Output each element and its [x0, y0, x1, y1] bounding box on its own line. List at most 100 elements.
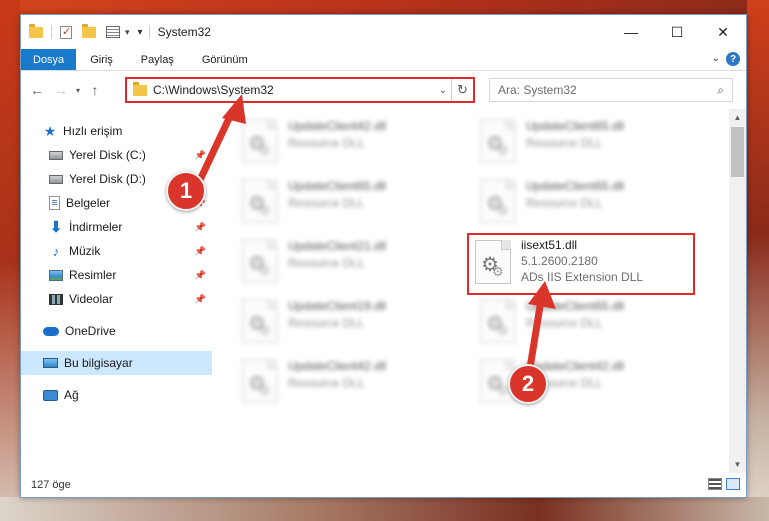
- file-description: Resource DLL: [526, 316, 603, 330]
- file-name: UpdateClient21.dll: [288, 239, 387, 253]
- recent-locations-icon[interactable]: ▾: [71, 86, 85, 95]
- documents-icon: [49, 196, 60, 210]
- download-icon: ⬇: [49, 219, 63, 236]
- file-tile[interactable]: ⚙ ⚙ UpdateClient42.dll Resource DLL: [236, 355, 462, 407]
- nav-pictures[interactable]: Resimler 📌: [21, 263, 212, 287]
- details-view-icon[interactable]: [708, 478, 722, 490]
- ribbon-tabs: Dosya Giriş Paylaş Görünüm ⌄ ?: [21, 49, 746, 71]
- close-button[interactable]: ✕: [700, 15, 746, 49]
- pictures-icon: [49, 269, 63, 281]
- status-bar: 127 öge: [21, 473, 746, 497]
- search-box[interactable]: ⌕: [489, 78, 733, 102]
- computer-icon: [43, 358, 58, 368]
- file-name: iisext51.dll: [521, 238, 578, 252]
- nav-item-label: Bu bilgisayar: [64, 356, 133, 370]
- tab-share[interactable]: Paylaş: [127, 49, 188, 70]
- large-icons-view-icon[interactable]: [726, 478, 740, 490]
- file-description: ADs IIS Extension DLL: [521, 270, 644, 284]
- nav-downloads[interactable]: ⬇ İndirmeler 📌: [21, 215, 212, 239]
- file-description: Resource DLL: [288, 196, 365, 210]
- address-history-icon[interactable]: ⌄: [435, 85, 451, 96]
- forward-arrow-icon[interactable]: →: [51, 82, 71, 98]
- file-tile[interactable]: ⚙ ⚙ UpdateClient65.dll Resource DLL: [474, 295, 700, 347]
- network-icon: [43, 389, 58, 401]
- file-name: UpdateClient42.dll: [288, 359, 387, 373]
- file-list: ⚙ ⚙ UpdateClient42.dll Resource DLL ⚙ ⚙ Upd…: [212, 109, 746, 473]
- dll-file-icon: ⚙ ⚙: [242, 179, 278, 223]
- file-explorer-window: ▾ ▾ System32 — ☐ ✕ Dosya Giriş Paylaş Gö…: [20, 14, 747, 498]
- file-name: UpdateClient65.dll: [526, 119, 625, 133]
- nav-network[interactable]: Ağ: [21, 383, 212, 407]
- file-tile[interactable]: ⚙ ⚙ UpdateClient65.dll Resource DLL: [474, 115, 700, 167]
- file-tile[interactable]: ⚙ ⚙ UpdateClient65.dll Resource DLL: [236, 175, 462, 227]
- nav-item-label: Ağ: [64, 388, 79, 402]
- maximize-button[interactable]: ☐: [654, 15, 700, 49]
- up-arrow-icon[interactable]: ↑: [85, 82, 105, 98]
- desktop-background-right: [747, 0, 769, 521]
- address-path[interactable]: C:\Windows\System32: [153, 83, 435, 97]
- file-tile[interactable]: ⚙ ⚙ UpdateClient42.dll Resource DLL: [236, 115, 462, 167]
- tab-view[interactable]: Görünüm: [188, 49, 262, 70]
- pin-icon[interactable]: 📌: [195, 222, 206, 233]
- file-name: UpdateClient42.dll: [288, 119, 387, 133]
- file-name: UpdateClient65.dll: [526, 179, 625, 193]
- dll-file-icon: ⚙ ⚙: [480, 299, 516, 343]
- dll-file-icon: ⚙ ⚙: [242, 299, 278, 343]
- properties-check-icon[interactable]: [60, 25, 72, 39]
- chevron-down-icon[interactable]: ▾: [125, 27, 130, 38]
- file-tile[interactable]: ⚙ ⚙ UpdateClient21.dll Resource DLL: [236, 235, 462, 287]
- tab-file[interactable]: Dosya: [21, 49, 77, 70]
- customize-toolbar-icon[interactable]: ▾: [138, 27, 143, 38]
- drive-icon: [49, 174, 63, 184]
- pin-icon[interactable]: 📌: [195, 246, 206, 257]
- minimize-button[interactable]: —: [608, 15, 654, 49]
- pin-icon[interactable]: 📌: [195, 294, 206, 305]
- nav-this-pc[interactable]: Bu bilgisayar: [21, 351, 212, 375]
- tab-home[interactable]: Giriş: [76, 49, 127, 70]
- pin-icon[interactable]: 📌: [195, 150, 206, 161]
- search-icon[interactable]: ⌕: [717, 83, 724, 98]
- dll-file-icon: ⚙ ⚙: [475, 240, 511, 284]
- nav-item-label: Resimler: [69, 268, 117, 282]
- nav-quick-access[interactable]: ★ Hızlı erişim: [21, 119, 212, 143]
- dll-file-icon: ⚙ ⚙: [242, 359, 278, 403]
- scrollbar-thumb[interactable]: [731, 127, 744, 177]
- new-folder-icon[interactable]: [82, 23, 96, 38]
- nav-item-label: Müzik: [69, 244, 101, 258]
- file-description: Resource DLL: [526, 136, 603, 150]
- file-name: UpdateClient65.dll: [288, 179, 387, 193]
- highlighted-file-tile[interactable]: ⚙ ⚙ iisext51.dll 5.1.2600.2180 ADs IIS Ex…: [467, 233, 695, 295]
- file-description: Resource DLL: [526, 196, 603, 210]
- file-tile[interactable]: ⚙ ⚙ UpdateClient19.dll Resource DLL: [236, 295, 462, 347]
- refresh-icon[interactable]: ↻: [451, 79, 473, 101]
- file-description: Resource DLL: [288, 136, 365, 150]
- file-tile[interactable]: ⚙ ⚙ UpdateClient65.dll Resource DLL: [474, 175, 700, 227]
- view-options-icon[interactable]: [106, 26, 120, 38]
- nav-onedrive[interactable]: OneDrive: [21, 319, 212, 343]
- nav-music[interactable]: ♪ Müzik 📌: [21, 239, 212, 263]
- nav-item-label: Hızlı erişim: [63, 124, 123, 138]
- file-description: Resource DLL: [288, 376, 365, 390]
- nav-videos[interactable]: Videolar 📌: [21, 287, 212, 311]
- folder-icon: [133, 81, 147, 96]
- navigation-bar: ← → ▾ ↑ C:\Windows\System32 ⌄ ↻ ⌕: [21, 71, 746, 109]
- back-arrow-icon[interactable]: ←: [27, 82, 47, 98]
- scroll-up-icon[interactable]: ▲: [729, 109, 746, 126]
- nav-item-label: Yerel Disk (D:): [69, 172, 146, 186]
- pin-icon[interactable]: 📌: [195, 270, 206, 281]
- expand-ribbon-icon[interactable]: ⌄: [712, 53, 720, 64]
- search-input[interactable]: [498, 83, 718, 97]
- nav-local-disk-c[interactable]: Yerel Disk (C:) 📌: [21, 143, 212, 167]
- title-bar: ▾ ▾ System32 — ☐ ✕: [21, 15, 746, 49]
- vertical-scrollbar[interactable]: ▲ ▼: [729, 109, 746, 473]
- cloud-icon: [43, 326, 59, 336]
- help-icon[interactable]: ?: [726, 52, 740, 66]
- scroll-down-icon[interactable]: ▼: [729, 456, 746, 473]
- nav-item-label: Videolar: [69, 292, 113, 306]
- address-bar[interactable]: C:\Windows\System32 ⌄ ↻: [125, 77, 475, 103]
- window-title: System32: [157, 25, 211, 39]
- dll-file-icon: ⚙ ⚙: [480, 179, 516, 223]
- callout-badge-1: 1: [166, 171, 206, 211]
- file-version: 5.1.2600.2180: [521, 254, 598, 268]
- dll-file-icon: ⚙ ⚙: [242, 119, 278, 163]
